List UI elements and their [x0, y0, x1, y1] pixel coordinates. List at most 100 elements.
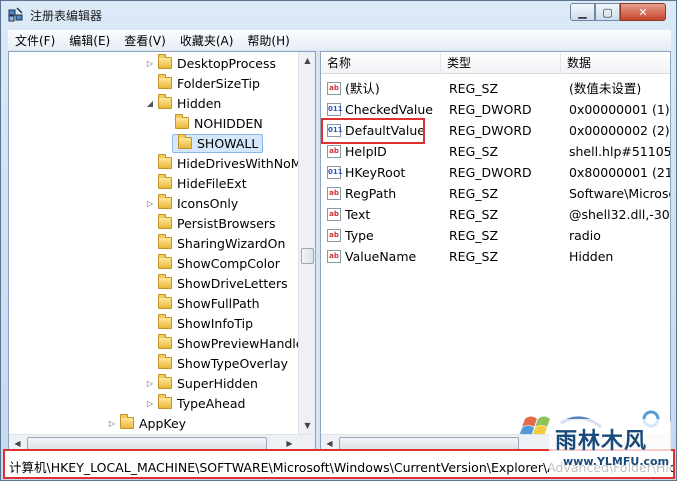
value-data: Software\Microso — [569, 186, 671, 201]
binary-value-icon: 011 — [327, 166, 343, 179]
value-row[interactable]: 011HKeyRoot REG_DWORD 0x80000001 (2147 — [321, 162, 670, 183]
tree-item[interactable]: ShowFullPath — [145, 293, 260, 313]
folder-icon — [158, 334, 172, 349]
folder-icon — [158, 194, 172, 209]
folder-icon — [158, 214, 172, 229]
value-data: (数值未设置) — [569, 81, 642, 96]
value-row[interactable]: ab Type REG_SZ radio — [321, 225, 670, 246]
tree-item-label: Hidden — [177, 95, 222, 111]
tree-item-label: ShowFullPath — [177, 295, 260, 311]
tree-item-label: SharingWizardOn — [177, 235, 286, 251]
column-data-header[interactable]: 数据 — [561, 52, 670, 74]
value-data: 0x00000001 (1) — [569, 102, 670, 117]
tree-item[interactable]: ▷ AppKey — [107, 413, 186, 433]
tree-item-label: ShowDriveLetters — [177, 275, 288, 291]
tree-item[interactable]: ShowDriveLetters — [145, 273, 288, 293]
string-value-icon: ab — [327, 145, 341, 158]
expand-arrow-icon[interactable]: ▷ — [145, 399, 155, 408]
string-value-icon: ab — [327, 208, 341, 221]
value-row[interactable]: 011 CheckedValue REG_DWORD 0x00000001 (1) — [321, 99, 670, 120]
value-name: Text — [345, 207, 371, 222]
value-name: ValueName — [345, 249, 417, 264]
site-watermark: 雨林木风 www.YLMFU.com — [549, 419, 671, 477]
expand-arrow-icon[interactable]: ▷ — [107, 419, 117, 428]
value-data: shell.hlp#51105 — [569, 144, 671, 159]
watermark-url: www.YLMFU.com — [563, 455, 670, 468]
folder-icon — [158, 54, 172, 69]
tree-item[interactable]: HideDrivesWithNoMedia — [145, 153, 316, 173]
tree-item[interactable]: FolderSizeTip — [145, 73, 260, 93]
scroll-up-icon[interactable]: ▲ — [299, 52, 315, 69]
menu-bar: 文件(F) 编辑(E) 查看(V) 收藏夹(A) 帮助(H) — [8, 30, 671, 50]
tree-item[interactable]: ◢ Hidden — [145, 93, 221, 113]
folder-icon — [158, 294, 172, 309]
tree-item[interactable]: HideFileExt — [145, 173, 247, 193]
tree-item-label: HideDrivesWithNoMedia — [177, 155, 316, 171]
folder-icon — [158, 174, 172, 189]
menu-help[interactable]: 帮助(H) — [240, 32, 296, 49]
expand-arrow-icon[interactable]: ▷ — [145, 199, 155, 208]
folder-icon — [158, 234, 172, 249]
tree-item[interactable]: SHOWALL — [162, 133, 264, 153]
value-type: REG_SZ — [449, 81, 499, 96]
key-tree-pane[interactable]: ▷ DesktopProcess FolderSizeTip ◢ Hidden NOHID… — [8, 51, 316, 451]
tree-vertical-scrollbar[interactable]: ▲ ▼ — [298, 52, 315, 434]
annotation-highlight-defaultvalue — [321, 118, 425, 144]
tree-item-label: HideFileExt — [177, 175, 247, 191]
tree-item[interactable]: PersistBrowsers — [145, 213, 276, 233]
tree-vertical-scroll-thumb[interactable] — [301, 248, 314, 264]
tree-item[interactable]: ShowTypeOverlay — [145, 353, 288, 373]
tree-item[interactable]: ▷ SuperHidden — [145, 373, 258, 393]
value-row[interactable]: ab Text REG_SZ @shell32.dll,-3050 — [321, 204, 670, 225]
watermark-title: 雨林木风 — [555, 429, 648, 454]
column-type-header[interactable]: 类型 — [441, 52, 561, 74]
title-bar[interactable]: 注册表编辑器 ▁ ▢ ✕ — [1, 1, 676, 29]
close-button[interactable]: ✕ — [620, 3, 666, 21]
value-type: REG_DWORD — [449, 123, 532, 138]
value-row[interactable]: ab HelpID REG_SZ shell.hlp#51105 — [321, 141, 671, 162]
tree-item[interactable]: SharingWizardOn — [145, 233, 285, 253]
string-value-icon: ab — [327, 187, 341, 200]
column-name-header[interactable]: 名称 — [321, 52, 441, 74]
folder-icon — [158, 354, 172, 369]
value-type: REG_SZ — [449, 249, 499, 264]
tree-item-label: ShowPreviewHandlers — [177, 335, 316, 351]
expand-arrow-icon[interactable]: ▷ — [145, 379, 155, 388]
value-row[interactable]: ab (默认) REG_SZ (数值未设置) — [321, 78, 670, 99]
tree-item-label: AppKey — [139, 415, 187, 431]
folder-icon — [158, 394, 172, 409]
scroll-down-icon[interactable]: ▼ — [299, 417, 315, 434]
expanded-arrow-icon[interactable]: ◢ — [145, 99, 155, 108]
folder-icon — [158, 254, 172, 269]
value-data: radio — [569, 228, 601, 243]
value-row[interactable]: ab ValueName REG_SZ Hidden — [321, 246, 670, 267]
expand-arrow-icon[interactable]: ▷ — [145, 59, 155, 68]
menu-view[interactable]: 查看(V) — [117, 32, 173, 49]
tree-item[interactable]: ShowCompColor — [145, 253, 280, 273]
tree-item-label: ShowTypeOverlay — [177, 355, 289, 371]
value-row[interactable]: ab RegPath REG_SZ Software\Microso — [321, 183, 671, 204]
maximize-button[interactable]: ▢ — [595, 3, 620, 21]
folder-icon — [158, 154, 172, 169]
tree-item[interactable]: NOHIDDEN — [162, 113, 263, 133]
tree-item[interactable]: ShowInfoTip — [145, 313, 253, 333]
menu-file[interactable]: 文件(F) — [8, 32, 62, 49]
menu-favorites[interactable]: 收藏夹(A) — [173, 32, 241, 49]
minimize-button[interactable]: ▁ — [570, 3, 595, 21]
tree-item[interactable]: ▷ TypeAhead — [145, 393, 245, 413]
menu-edit[interactable]: 编辑(E) — [62, 32, 117, 49]
tree-item-label: FolderSizeTip — [177, 75, 260, 91]
value-list-pane[interactable]: 名称 类型 数据 ab (默认) REG_SZ (数值未设置) 011 CheckedVa… — [320, 51, 671, 451]
value-data: @shell32.dll,-3050 — [569, 207, 670, 222]
value-name: RegPath — [345, 186, 397, 201]
tree-item[interactable]: ▷ IconsOnly — [145, 193, 238, 213]
value-type: REG_SZ — [449, 186, 499, 201]
registry-editor-window: 注册表编辑器 ▁ ▢ ✕ 文件(F) 编辑(E) 查看(V) 收藏夹(A) 帮助… — [0, 0, 677, 481]
tree-item[interactable]: ShowPreviewHandlers — [145, 333, 315, 353]
tree-item[interactable]: ▷ DesktopProcess — [145, 53, 276, 73]
value-name: HelpID — [345, 144, 387, 159]
close-icon: ✕ — [638, 5, 648, 19]
binary-value-icon: 011 — [327, 103, 343, 116]
folder-icon — [158, 374, 172, 389]
value-type: REG_SZ — [449, 228, 499, 243]
